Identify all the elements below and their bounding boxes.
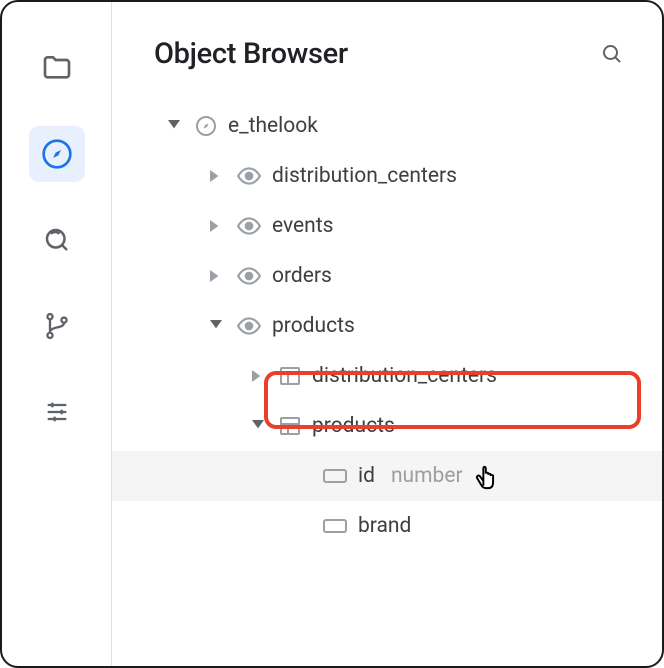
tree-node-view[interactable]: orders xyxy=(112,251,662,301)
tree-node-view-expanded[interactable]: products xyxy=(112,301,662,351)
search-history-icon xyxy=(42,225,72,255)
tree-node-root[interactable]: e_thelook xyxy=(112,101,662,151)
sidebar-git-button[interactable] xyxy=(29,298,85,354)
panel-title: Object Browser xyxy=(154,37,348,71)
tree-node-field-brand[interactable]: brand xyxy=(112,501,662,551)
tree-node-table-expanded[interactable]: products xyxy=(112,401,662,451)
chevron-right-icon xyxy=(248,370,268,382)
sidebar-search-history-button[interactable] xyxy=(29,212,85,268)
tree-label: products xyxy=(272,314,355,338)
tree-node-view[interactable]: events xyxy=(112,201,662,251)
panel-header: Object Browser xyxy=(112,2,662,81)
sidebar-settings-button[interactable] xyxy=(29,384,85,440)
tree-label: products xyxy=(312,414,395,438)
tree-label: events xyxy=(272,214,333,238)
search-icon[interactable] xyxy=(600,42,624,66)
sidebar-explore-button[interactable] xyxy=(29,126,85,182)
table-icon xyxy=(278,364,302,388)
chevron-down-icon xyxy=(248,420,268,432)
tree-label: distribution_centers xyxy=(272,164,457,188)
field-name: brand xyxy=(358,514,411,538)
eye-icon xyxy=(236,163,262,189)
chevron-down-icon xyxy=(206,320,226,332)
chevron-right-icon xyxy=(206,170,226,182)
table-icon xyxy=(278,414,302,438)
field-name: id xyxy=(358,464,375,488)
tree-node-field-id[interactable]: id number xyxy=(112,451,662,501)
cursor-pointer-icon xyxy=(472,459,502,497)
explore-node-icon xyxy=(194,114,218,138)
tree-label: orders xyxy=(272,264,332,288)
compass-icon xyxy=(41,138,73,170)
field-icon xyxy=(322,467,348,485)
eye-icon xyxy=(236,213,262,239)
folder-icon xyxy=(41,52,73,84)
git-branch-icon xyxy=(43,312,71,340)
field-type: number xyxy=(391,464,463,488)
chevron-right-icon xyxy=(206,270,226,282)
eye-icon xyxy=(236,263,262,289)
sidebar-folder-button[interactable] xyxy=(29,40,85,96)
tree-node-view[interactable]: distribution_centers xyxy=(112,151,662,201)
panel-frame: Object Browser e_thelook xyxy=(0,0,664,668)
field-icon xyxy=(322,517,348,535)
object-tree: e_thelook distribution_centers xyxy=(112,81,662,551)
sliders-icon xyxy=(43,398,71,426)
tree-node-table[interactable]: distribution_centers xyxy=(112,351,662,401)
tree-label: e_thelook xyxy=(228,114,318,138)
tree-label: distribution_centers xyxy=(312,364,497,388)
main-panel: Object Browser e_thelook xyxy=(112,2,662,666)
chevron-right-icon xyxy=(206,220,226,232)
chevron-down-icon xyxy=(164,120,184,132)
sidebar xyxy=(2,2,112,666)
eye-icon xyxy=(236,313,262,339)
